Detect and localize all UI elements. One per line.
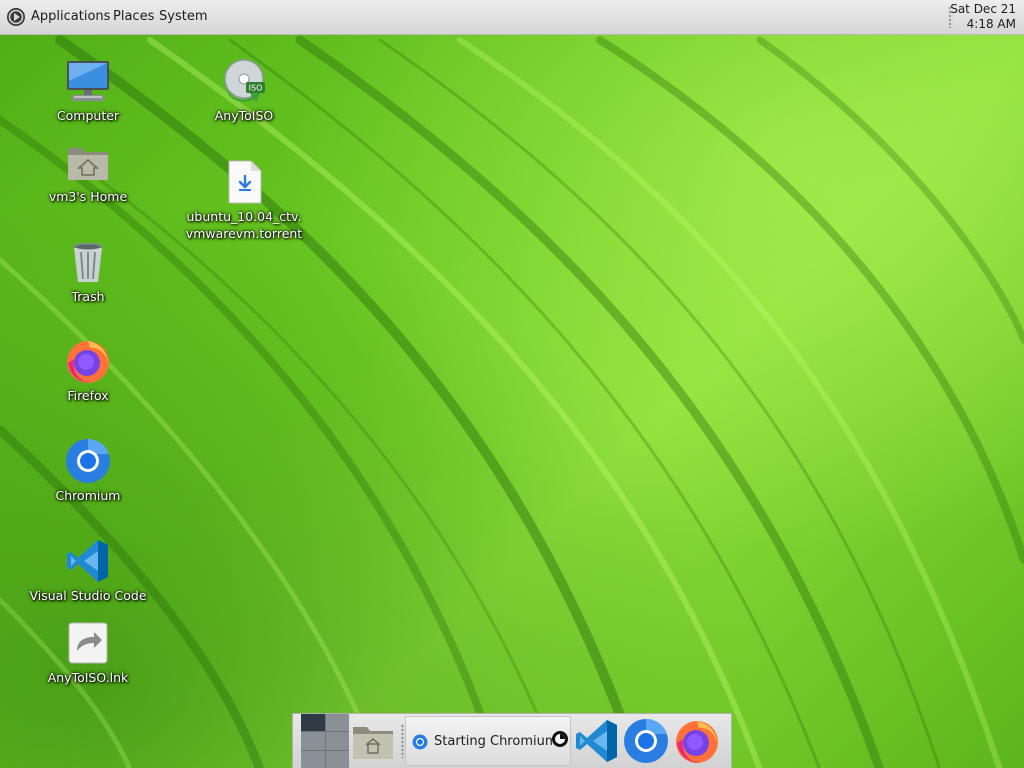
firefox-icon[interactable] [673, 717, 721, 765]
desktop-icon-label: AnyToISO [214, 108, 274, 123]
workspace-2[interactable] [325, 714, 349, 732]
bottom-dock: Starting Chromium [292, 713, 732, 768]
desktop-icon-label: vm3's Home [48, 189, 128, 204]
leaf-veins-pattern [0, 35, 1024, 768]
dock-separator [401, 724, 404, 758]
desktop-icon-label: Firefox [67, 388, 109, 403]
desktop-icon-torrent-file[interactable]: ubuntu_10.04_ctv.vmwarevm.torrent [184, 158, 304, 242]
home-folder-icon [68, 148, 108, 180]
clock-time: 4:18 AM [966, 17, 1016, 31]
desktop-icon-chromium[interactable]: Chromium [28, 437, 148, 504]
shortcut-icon [68, 622, 108, 664]
torrent-file-icon [228, 160, 262, 204]
workspace-6[interactable] [325, 750, 349, 768]
busy-cursor-icon [552, 731, 568, 747]
applications-menu[interactable]: Applications [31, 9, 110, 24]
desktop-icon-trash[interactable]: Trash [28, 238, 148, 305]
desktop-icon-label: AnyToISO.lnk [47, 670, 129, 685]
desktop-icon-label: Visual Studio Code [29, 588, 147, 603]
taskbar-item-chromium[interactable]: Starting Chromium [405, 716, 571, 766]
anytoiso-icon: ISO [224, 59, 265, 103]
firefox-icon [67, 341, 109, 383]
desktop-icon-vscode[interactable]: Visual Studio Code [28, 537, 148, 604]
desktop-wallpaper [0, 0, 1024, 768]
workspace-5[interactable] [301, 750, 325, 768]
system-menu[interactable]: System [159, 9, 207, 24]
workspace-switcher[interactable] [301, 714, 349, 768]
desktop-icon-label: Chromium [55, 488, 121, 503]
desktop-icon-label: Trash [71, 289, 105, 304]
desktop-icon-anytoiso-lnk[interactable]: AnyToISO.lnk [28, 619, 148, 686]
chromium-icon [412, 734, 428, 750]
computer-icon [67, 61, 109, 101]
iso-badge-icon-glyph: ISO [249, 84, 263, 93]
taskbar-item-label: Starting Chromium [434, 734, 558, 749]
clock-date: Sat Dec 21 [950, 2, 1016, 16]
desktop-icon-computer[interactable]: Computer [28, 57, 148, 124]
vscode-icon [67, 540, 108, 582]
desktop-icon-firefox[interactable]: Firefox [28, 337, 148, 404]
chromium-icon [66, 438, 110, 483]
desktop-icon-label: Computer [56, 108, 120, 123]
vscode-icon[interactable] [573, 717, 621, 765]
clock[interactable]: Sat Dec 21 4:18 AM [936, 2, 1016, 32]
desktop-icon-anytoiso[interactable]: ISO AnyToISO [184, 57, 304, 124]
desktop-icon-home[interactable]: vm3's Home [28, 138, 148, 205]
top-panel: Applications Places System Sat Dec 21 4:… [0, 0, 1024, 35]
desktop-icon-label: ubuntu_10.04_ctv.vmwarevm.torrent [185, 209, 303, 241]
trash-icon [73, 243, 103, 282]
distro-logo-icon[interactable] [6, 7, 26, 27]
places-menu[interactable]: Places [113, 9, 154, 24]
file-manager-icon[interactable] [349, 717, 397, 765]
workspace-4[interactable] [325, 732, 349, 750]
workspace-3[interactable] [301, 732, 325, 750]
chromium-icon[interactable] [622, 717, 670, 765]
workspace-1[interactable] [301, 714, 325, 732]
